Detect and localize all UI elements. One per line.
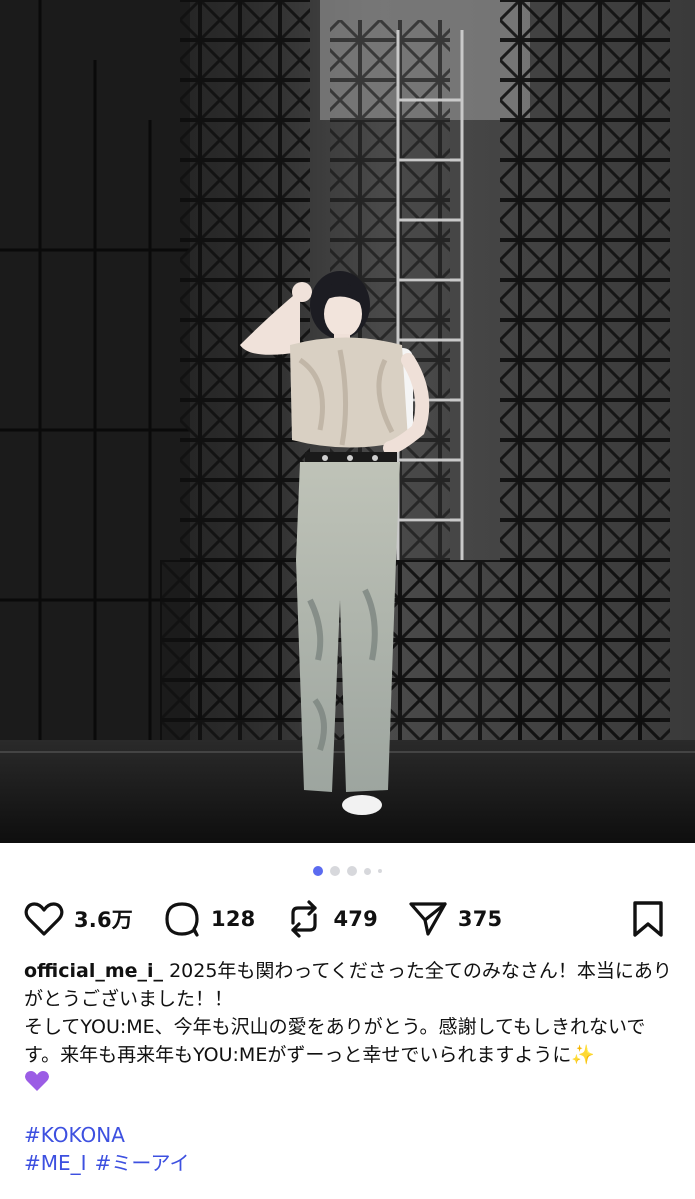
- comment-count: 128: [211, 907, 256, 931]
- username[interactable]: official_me_i_: [24, 960, 163, 982]
- share-icon: [408, 900, 448, 938]
- post-caption: official_me_i_ 2025年も関わってくださった全てのみなさん！本当に…: [24, 957, 674, 1101]
- purple-heart-icon: [24, 1069, 50, 1101]
- repost-button[interactable]: 479: [285, 899, 378, 939]
- carousel-indicator: [0, 864, 695, 878]
- carousel-dot-active[interactable]: [313, 866, 323, 876]
- hashtag-link[interactable]: #ミーアイ: [95, 1151, 190, 1175]
- caption-line-2: そしてYOU:ME、今年も沢山の愛をありがとう。感謝してもしきれないです。来年も…: [24, 1016, 646, 1066]
- comment-icon: [163, 900, 201, 938]
- comment-button[interactable]: 128: [163, 900, 255, 938]
- hashtag-link[interactable]: #ME_I: [24, 1151, 87, 1175]
- heart-icon: [24, 901, 64, 937]
- carousel-dot[interactable]: [330, 866, 340, 876]
- like-button[interactable]: 3.6万: [24, 901, 133, 937]
- share-button[interactable]: 375: [408, 900, 502, 938]
- share-count: 375: [457, 907, 503, 931]
- carousel-dot[interactable]: [347, 866, 357, 876]
- hashtag-line-1: #KOKONA: [24, 1121, 674, 1149]
- post-action-bar: 3.6万 128 479 375: [24, 896, 671, 942]
- hashtag-line-2: #ME_I #ミーアイ: [24, 1149, 674, 1177]
- hashtags: #KOKONA #ME_I #ミーアイ: [24, 1121, 674, 1177]
- carousel-dot[interactable]: [378, 869, 382, 873]
- carousel-dot[interactable]: [364, 867, 371, 875]
- bookmark-button[interactable]: [631, 900, 665, 942]
- repost-icon: [285, 899, 323, 939]
- photo-illustration: [0, 0, 695, 843]
- repost-count: 479: [333, 907, 378, 931]
- like-count: 3.6万: [74, 908, 134, 932]
- bookmark-icon: [631, 901, 665, 942]
- post-photo[interactable]: [0, 0, 695, 843]
- hashtag-link[interactable]: #KOKONA: [24, 1123, 125, 1147]
